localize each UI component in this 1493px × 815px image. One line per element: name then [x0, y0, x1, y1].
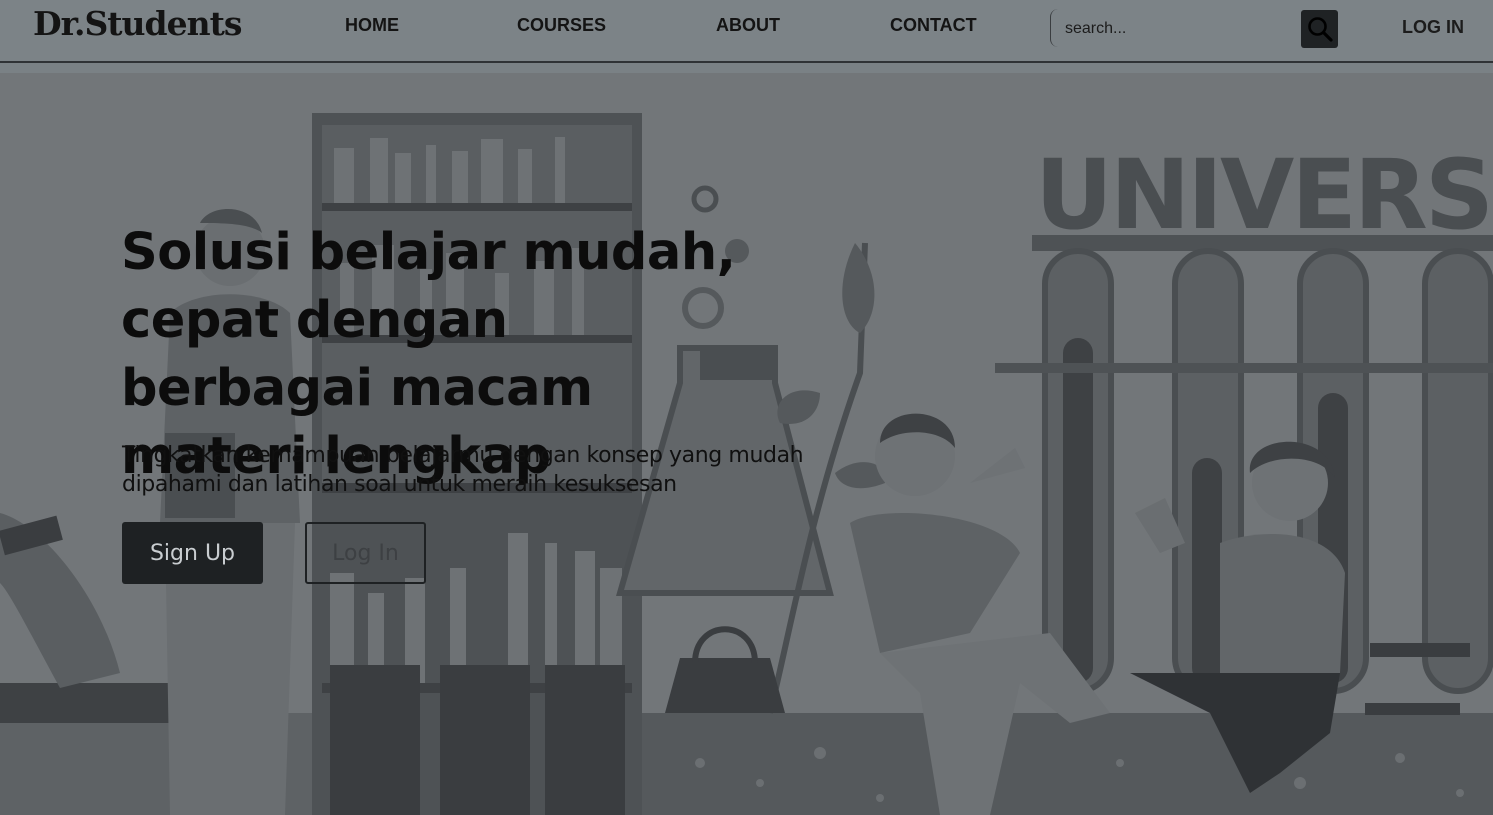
brand-logo[interactable]: Dr.Students: [33, 4, 242, 43]
nav-home[interactable]: HOME: [345, 15, 399, 36]
nav-about[interactable]: ABOUT: [716, 15, 780, 36]
navbar: Dr.Students HOME COURSES ABOUT CONTACT L…: [0, 0, 1493, 63]
search-input[interactable]: [1063, 17, 1292, 41]
hero-subtitle: Tingkatkan kemampuan belajarmu dengan ko…: [122, 443, 804, 497]
hero-login-button[interactable]: Log In: [305, 522, 426, 584]
nav-courses[interactable]: COURSES: [517, 15, 606, 36]
nav-contact[interactable]: CONTACT: [890, 15, 977, 36]
search-box: [1050, 9, 1292, 47]
navbar-divider: [0, 63, 1493, 73]
nav-login-link[interactable]: LOG IN: [1402, 17, 1464, 38]
svg-text:UNIVERSITY: UNIVERSITY: [1035, 139, 1493, 251]
search-button[interactable]: [1301, 10, 1338, 48]
search-icon: [1308, 17, 1333, 42]
hero-section: UNIVERSITY: [0, 73, 1493, 815]
signup-button[interactable]: Sign Up: [122, 522, 263, 584]
